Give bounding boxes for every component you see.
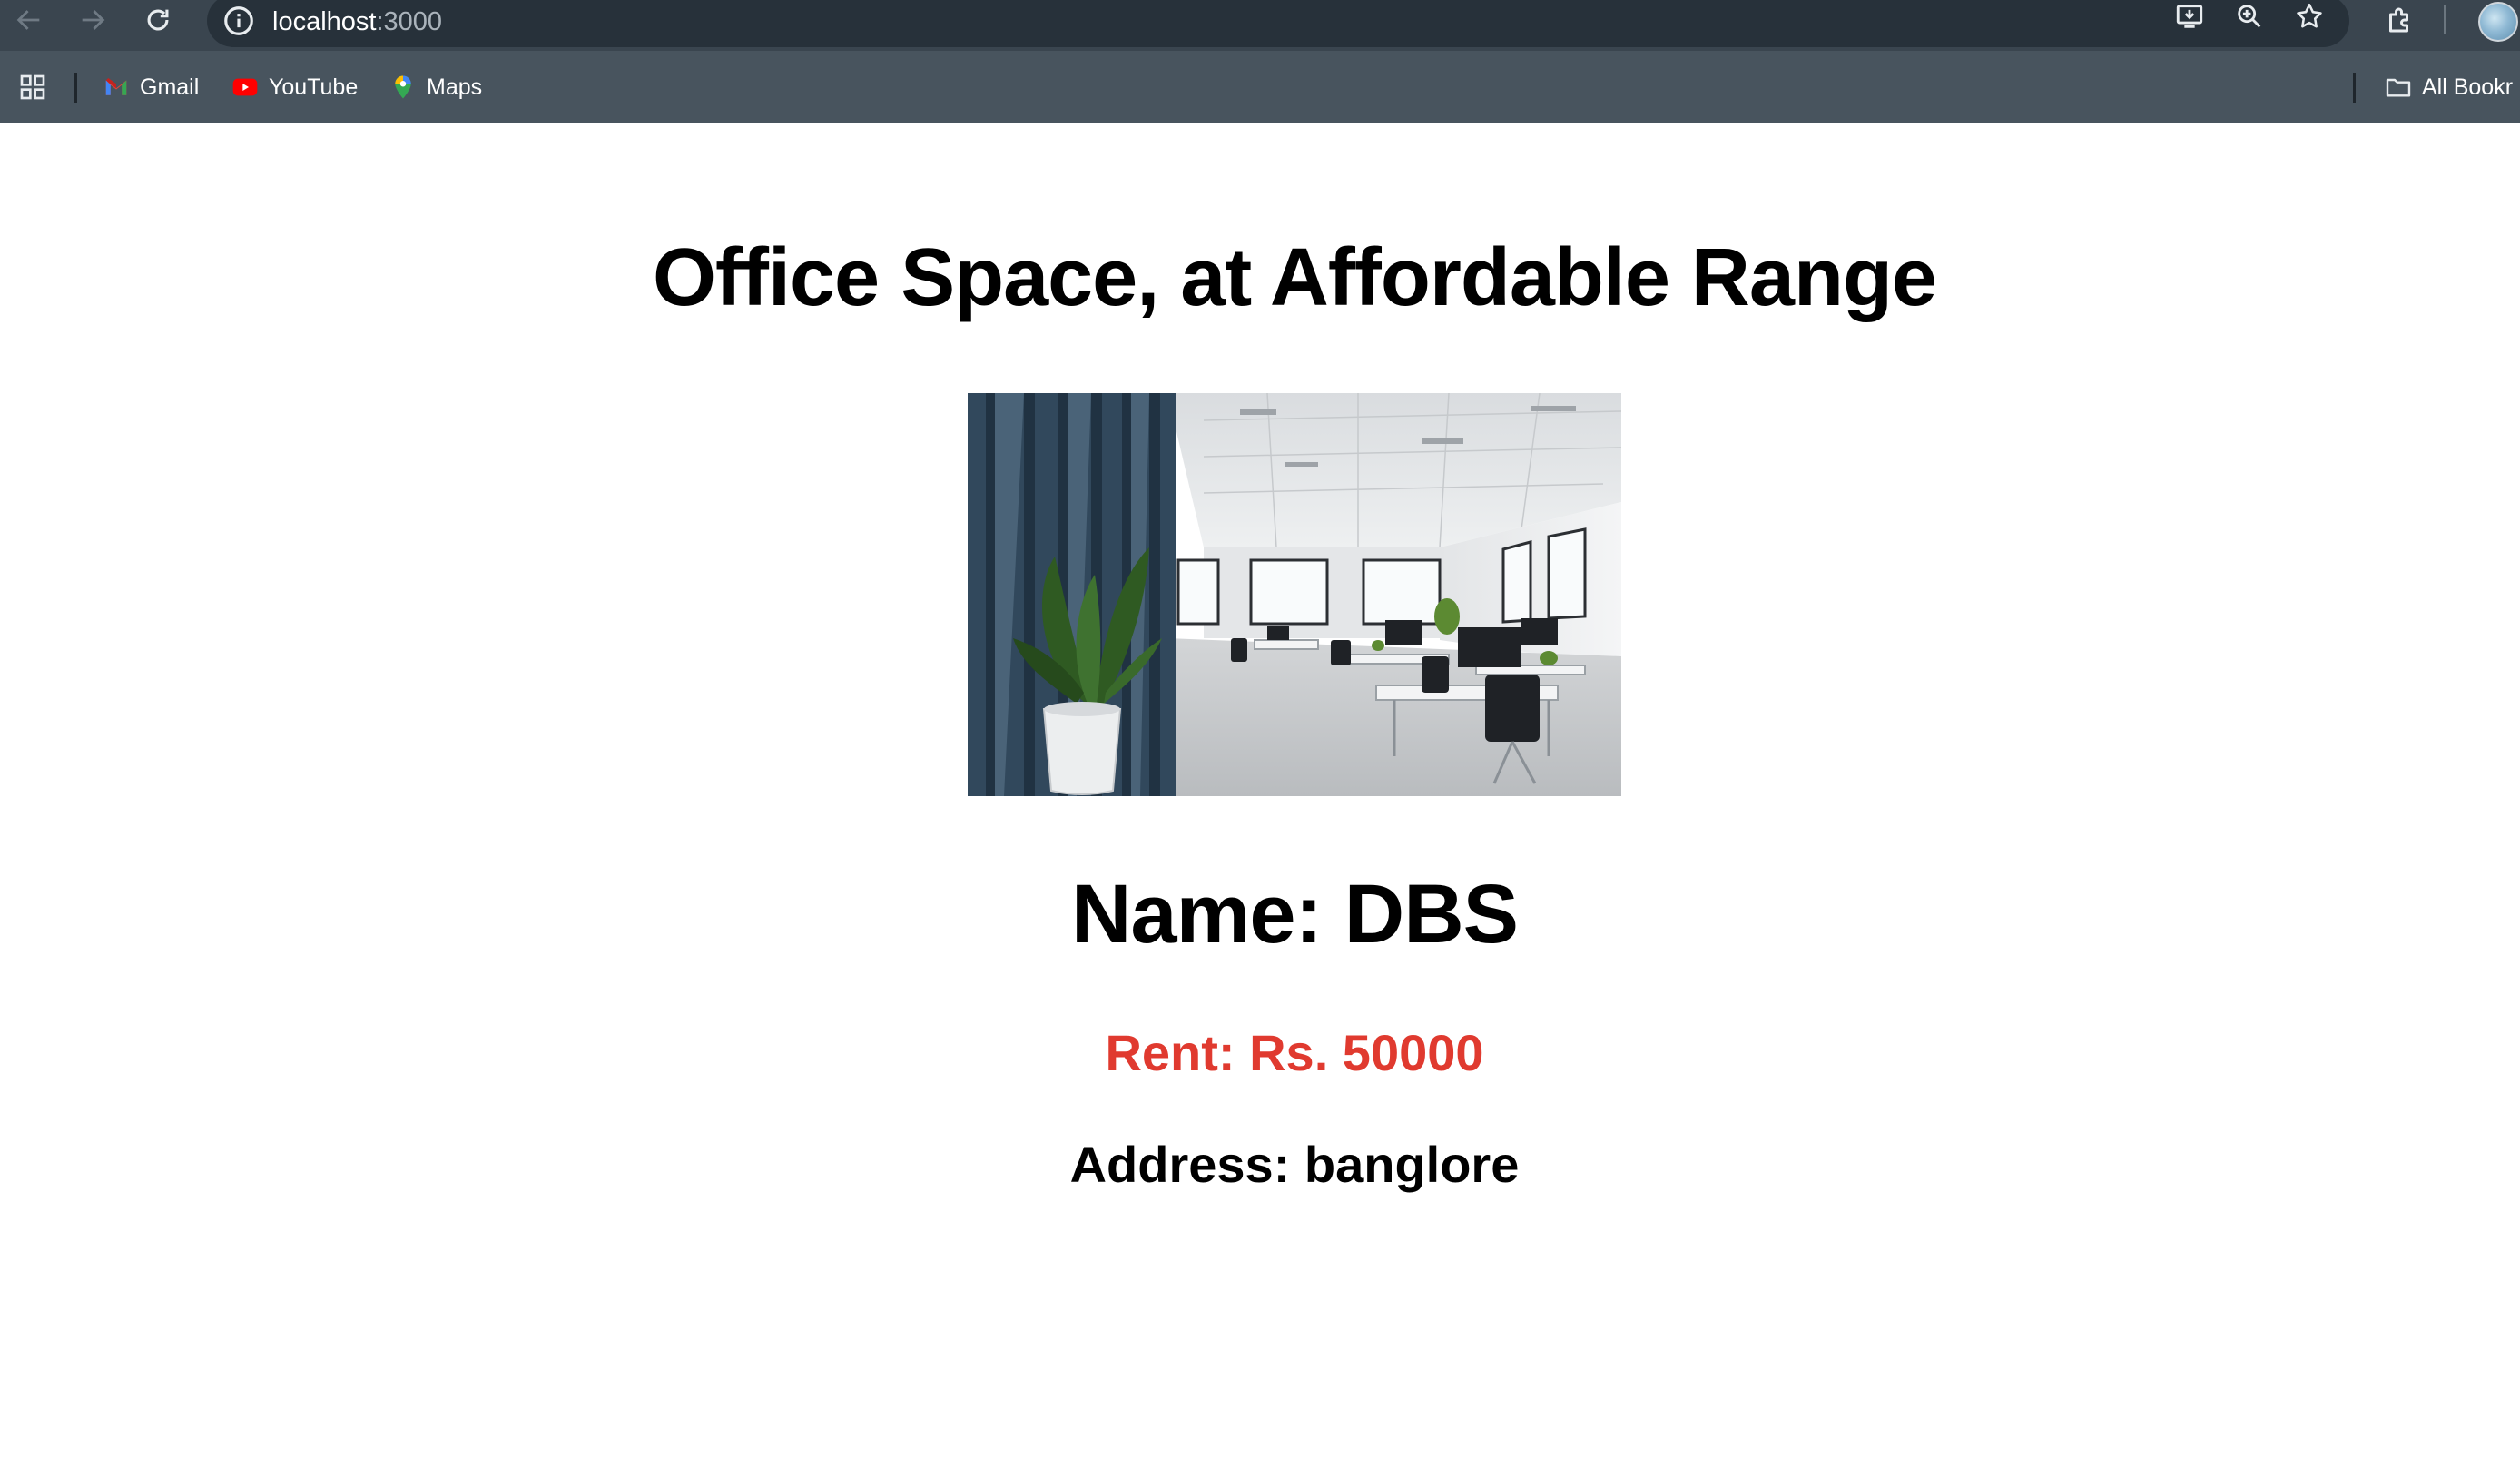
install-app-icon <box>2176 5 2203 28</box>
url-text[interactable]: localhost:3000 <box>272 4 442 40</box>
bookmark-label: Gmail <box>140 74 200 100</box>
site-info-icon[interactable] <box>221 4 256 38</box>
all-bookmarks-button[interactable]: All Bookr <box>2384 69 2513 105</box>
office-name: Name: DBS <box>1070 868 1519 961</box>
zoom-button[interactable] <box>2230 0 2269 36</box>
page-title: Office Space, at Affordable Range <box>653 232 1937 323</box>
office-rent: Rent: Rs. 50000 <box>1105 1024 1484 1081</box>
profile-avatar[interactable] <box>2478 2 2518 42</box>
extensions-button[interactable] <box>2377 0 2424 40</box>
address-bar[interactable]: localhost:3000 <box>207 0 2349 47</box>
maps-icon <box>389 73 418 102</box>
bookmark-youtube[interactable]: YouTube <box>231 69 358 105</box>
url-host: localhost <box>272 7 377 36</box>
page-content: Office Space, at Affordable Range Name: … <box>0 123 2520 1478</box>
bookmarks-bar: Gmail YouTube Maps All Bookr <box>0 51 2520 123</box>
install-app-button[interactable] <box>2170 0 2210 36</box>
folder-icon <box>2384 73 2413 102</box>
bookmark-maps[interactable]: Maps <box>389 69 482 105</box>
all-bookmarks-label: All Bookr <box>2422 74 2514 100</box>
bookmark-separator <box>74 73 77 103</box>
bookmark-label: YouTube <box>269 74 359 100</box>
bookmark-gmail[interactable]: Gmail <box>102 69 199 105</box>
bookmark-separator <box>2353 73 2356 103</box>
office-photo <box>968 393 1621 796</box>
url-port: :3000 <box>376 7 443 36</box>
bookmark-star-button[interactable] <box>2289 0 2329 36</box>
office-address: Address: banglore <box>1069 1136 1520 1193</box>
back-button[interactable] <box>4 0 54 40</box>
bookmark-label: Maps <box>427 74 483 100</box>
forward-arrow-icon <box>82 10 105 30</box>
gmail-icon <box>102 73 131 102</box>
back-arrow-icon <box>16 10 40 30</box>
browser-toolbar: localhost:3000 <box>0 0 2520 51</box>
reload-button[interactable] <box>133 0 183 40</box>
star-icon <box>2297 3 2322 28</box>
apps-grid-icon[interactable] <box>18 73 47 102</box>
youtube-icon <box>231 73 260 102</box>
forward-button[interactable] <box>67 0 118 40</box>
zoom-icon <box>2238 5 2261 28</box>
puzzle-icon <box>2389 7 2408 33</box>
reload-icon <box>147 9 169 31</box>
toolbar-divider <box>2444 5 2446 34</box>
